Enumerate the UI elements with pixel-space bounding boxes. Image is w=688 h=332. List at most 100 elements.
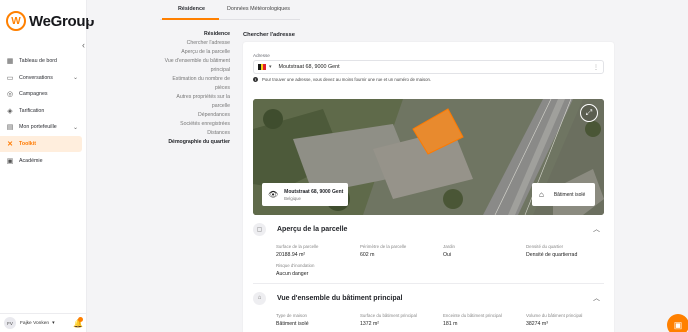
sidebar-nav: ▦ Tableau de bord ▭ Conversations ⌄ ◎ Campagne… (0, 53, 86, 169)
sidebar-item-label: Toolkit (19, 140, 36, 147)
chevron-up-icon[interactable]: ︿ (593, 224, 600, 234)
sidebar-item-label: Académie (19, 157, 43, 164)
field-label: Surface de la parcelle (276, 244, 319, 249)
portfolio-icon: ▤ (6, 124, 14, 132)
sidebar-item-toolkit[interactable]: ✕ Toolkit (0, 135, 82, 152)
field-value: Oui (443, 252, 452, 258)
academy-icon: ▣ (6, 157, 14, 165)
belgium-flag-icon[interactable] (258, 64, 267, 70)
section-nav-item[interactable]: Aperçu de la parcelle (150, 49, 230, 56)
collapse-sidebar-icon[interactable]: ‹ (82, 40, 85, 50)
tab-weather-data[interactable]: Données Météorologiques (227, 6, 290, 12)
field-value: 20188.94 m² (276, 252, 306, 258)
pricing-icon: ◈ (7, 107, 13, 115)
building-volume: Volume du bâtiment principal 38274 m³ (526, 313, 582, 327)
sidebar-item-label: Campagnes (19, 91, 48, 98)
sidebar-item-tableau-de-bord[interactable]: ▦ Tableau de bord (0, 53, 86, 69)
field-label: Périmètre de la parcelle (360, 244, 407, 249)
sidebar-item-label: Mon portefeuille (19, 124, 57, 131)
chevron-down-icon[interactable]: ⌄ (73, 74, 78, 81)
field-label: Type de maison (276, 313, 307, 318)
tab-residence[interactable]: Résidence (178, 6, 205, 12)
parcel-flood-risk: Risque d'inondation Aucun danger (276, 263, 314, 277)
sidebar-item-tarification[interactable]: ◈ Tarification (0, 103, 86, 119)
user-menu[interactable]: FV Fajke Vonken ▾ 🔔 (0, 313, 86, 332)
sidebar-item-label: Conversations (19, 74, 53, 81)
field-value: 181 m (443, 321, 458, 327)
section-nav-item[interactable]: Estimation du nombre de (150, 76, 230, 83)
active-tab-indicator (162, 18, 219, 20)
page-title: Chercher l'adresse (243, 32, 295, 38)
section-nav-item[interactable]: Vue d'ensemble du bâtiment (150, 58, 230, 65)
section-nav-item[interactable]: principal (150, 67, 230, 74)
section-nav-item[interactable]: Démographie du quartier (150, 139, 230, 146)
parcel-icon: ▢ (253, 222, 266, 236)
section-nav-item[interactable]: parcelle (150, 103, 230, 110)
building-icon: ⌂ (253, 291, 266, 305)
section-nav-item[interactable]: Dépendances (150, 112, 230, 119)
building-section-header[interactable]: ⌂ Vue d'ensemble du bâtiment principal ︿ (253, 288, 604, 308)
field-value: Aucun danger (276, 271, 309, 277)
house-icon: ⌂ (539, 190, 544, 199)
sidebar-item-conversations[interactable]: ▭ Conversations ⌄ (0, 70, 86, 86)
field-value: Densité de quartierrad (526, 252, 578, 258)
field-label: Enceinte du bâtiment principal (443, 313, 502, 318)
map-address-card[interactable]: 👁 Moutstraat 68, 9000 Gent Belgique (262, 183, 348, 206)
address-input[interactable]: ▾ Moutstraat 68, 9000 Gent ⋮ (253, 60, 604, 74)
section-nav-item[interactable]: Autres propriétés sur la (150, 94, 230, 101)
sidebar-item-mon-portefeuille[interactable]: ▤ Mon portefeuille ⌄ (0, 119, 86, 135)
chat-icon: ▭ (6, 74, 14, 82)
section-nav-item[interactable]: Sociétés enregistrées (150, 121, 230, 128)
eye-icon[interactable]: 👁 (268, 190, 278, 199)
section-nav-item[interactable]: Résidence (150, 31, 230, 38)
chevron-up-icon[interactable]: ︿ (593, 293, 600, 303)
building-surface: Surface du bâtiment principal 1372 m² (360, 313, 417, 327)
field-value: 1372 m² (360, 321, 380, 327)
logo[interactable]: W WeGroup (6, 11, 94, 31)
sidebar-item-label: Tarification (19, 107, 45, 114)
field-label: Densité du quartier (526, 244, 564, 249)
section-nav-item[interactable]: pièces (150, 85, 230, 92)
map-address-country: Belgique (284, 195, 301, 201)
chevron-down-icon[interactable]: ⌄ (73, 124, 78, 131)
address-value[interactable]: Moutstraat 68, 9000 Gent (279, 64, 340, 70)
building-type-card: ⌂ Bâtiment isolé (532, 183, 595, 206)
section-divider (253, 283, 604, 284)
field-label: Risque d'inondation (276, 263, 315, 268)
building-section-title: Vue d'ensemble du bâtiment principal (277, 294, 403, 302)
chevron-down-icon[interactable]: ▾ (269, 64, 272, 70)
chevron-down-icon: ▾ (52, 320, 55, 326)
section-nav-item[interactable]: Chercher l'adresse (150, 40, 230, 47)
top-tabs: Résidence Données Météorologiques (88, 0, 688, 20)
sidebar-item-label: Tableau de bord (19, 58, 57, 64)
hint-text: Pour trouver une adresse, vous devez au … (262, 77, 432, 82)
parcel-section-title: Aperçu de la parcelle (277, 225, 348, 233)
globe-icon: ◎ (6, 91, 14, 99)
parcel-section-header[interactable]: ▢ Aperçu de la parcelle ︿ (253, 219, 604, 239)
map-address-line1: Moutstraat 68, 9000 Gent (284, 188, 344, 195)
building-type: Type de maison Bâtiment isolé (276, 313, 309, 327)
field-label: Surface du bâtiment principal (360, 313, 417, 318)
field-value: 38274 m³ (526, 321, 548, 327)
toolkit-icon: ✕ (7, 140, 13, 148)
section-nav-item[interactable]: Distances (150, 130, 230, 137)
chat-bubble-icon[interactable]: ▣ (667, 314, 688, 332)
notification-badge (78, 317, 83, 322)
address-hint: ! Pour trouver une adresse, vous devez a… (253, 77, 431, 82)
wegroup-logo-icon: W (6, 11, 26, 31)
more-options-icon[interactable]: ⋮ (593, 64, 599, 71)
building-type-label: Bâtiment isolé (553, 191, 586, 198)
building-enclosure: Enceinte du bâtiment principal 181 m (443, 313, 502, 327)
parcel-garden: Jardin Oui (443, 244, 455, 258)
section-nav: Résidence Chercher l'adresse Aperçu de la … (150, 31, 230, 149)
address-label: Adresse (253, 53, 270, 58)
sidebar-item-acad-mie[interactable]: ▣ Académie (0, 153, 86, 169)
avatar: FV (4, 317, 16, 329)
field-label: Volume du bâtiment principal (526, 313, 583, 318)
parcel-density: Densité du quartier Densité de quartierr… (526, 244, 577, 258)
sidebar-item-campagnes[interactable]: ◎ Campagnes (0, 86, 86, 102)
fullscreen-icon[interactable]: ⤢ (580, 104, 598, 122)
sidebar: W WeGroup ‹ ▦ Tableau de bord ▭ Conversatio… (0, 0, 94, 332)
field-value: 602 m (360, 252, 375, 258)
user-name: Fajke Vonken (20, 320, 50, 326)
